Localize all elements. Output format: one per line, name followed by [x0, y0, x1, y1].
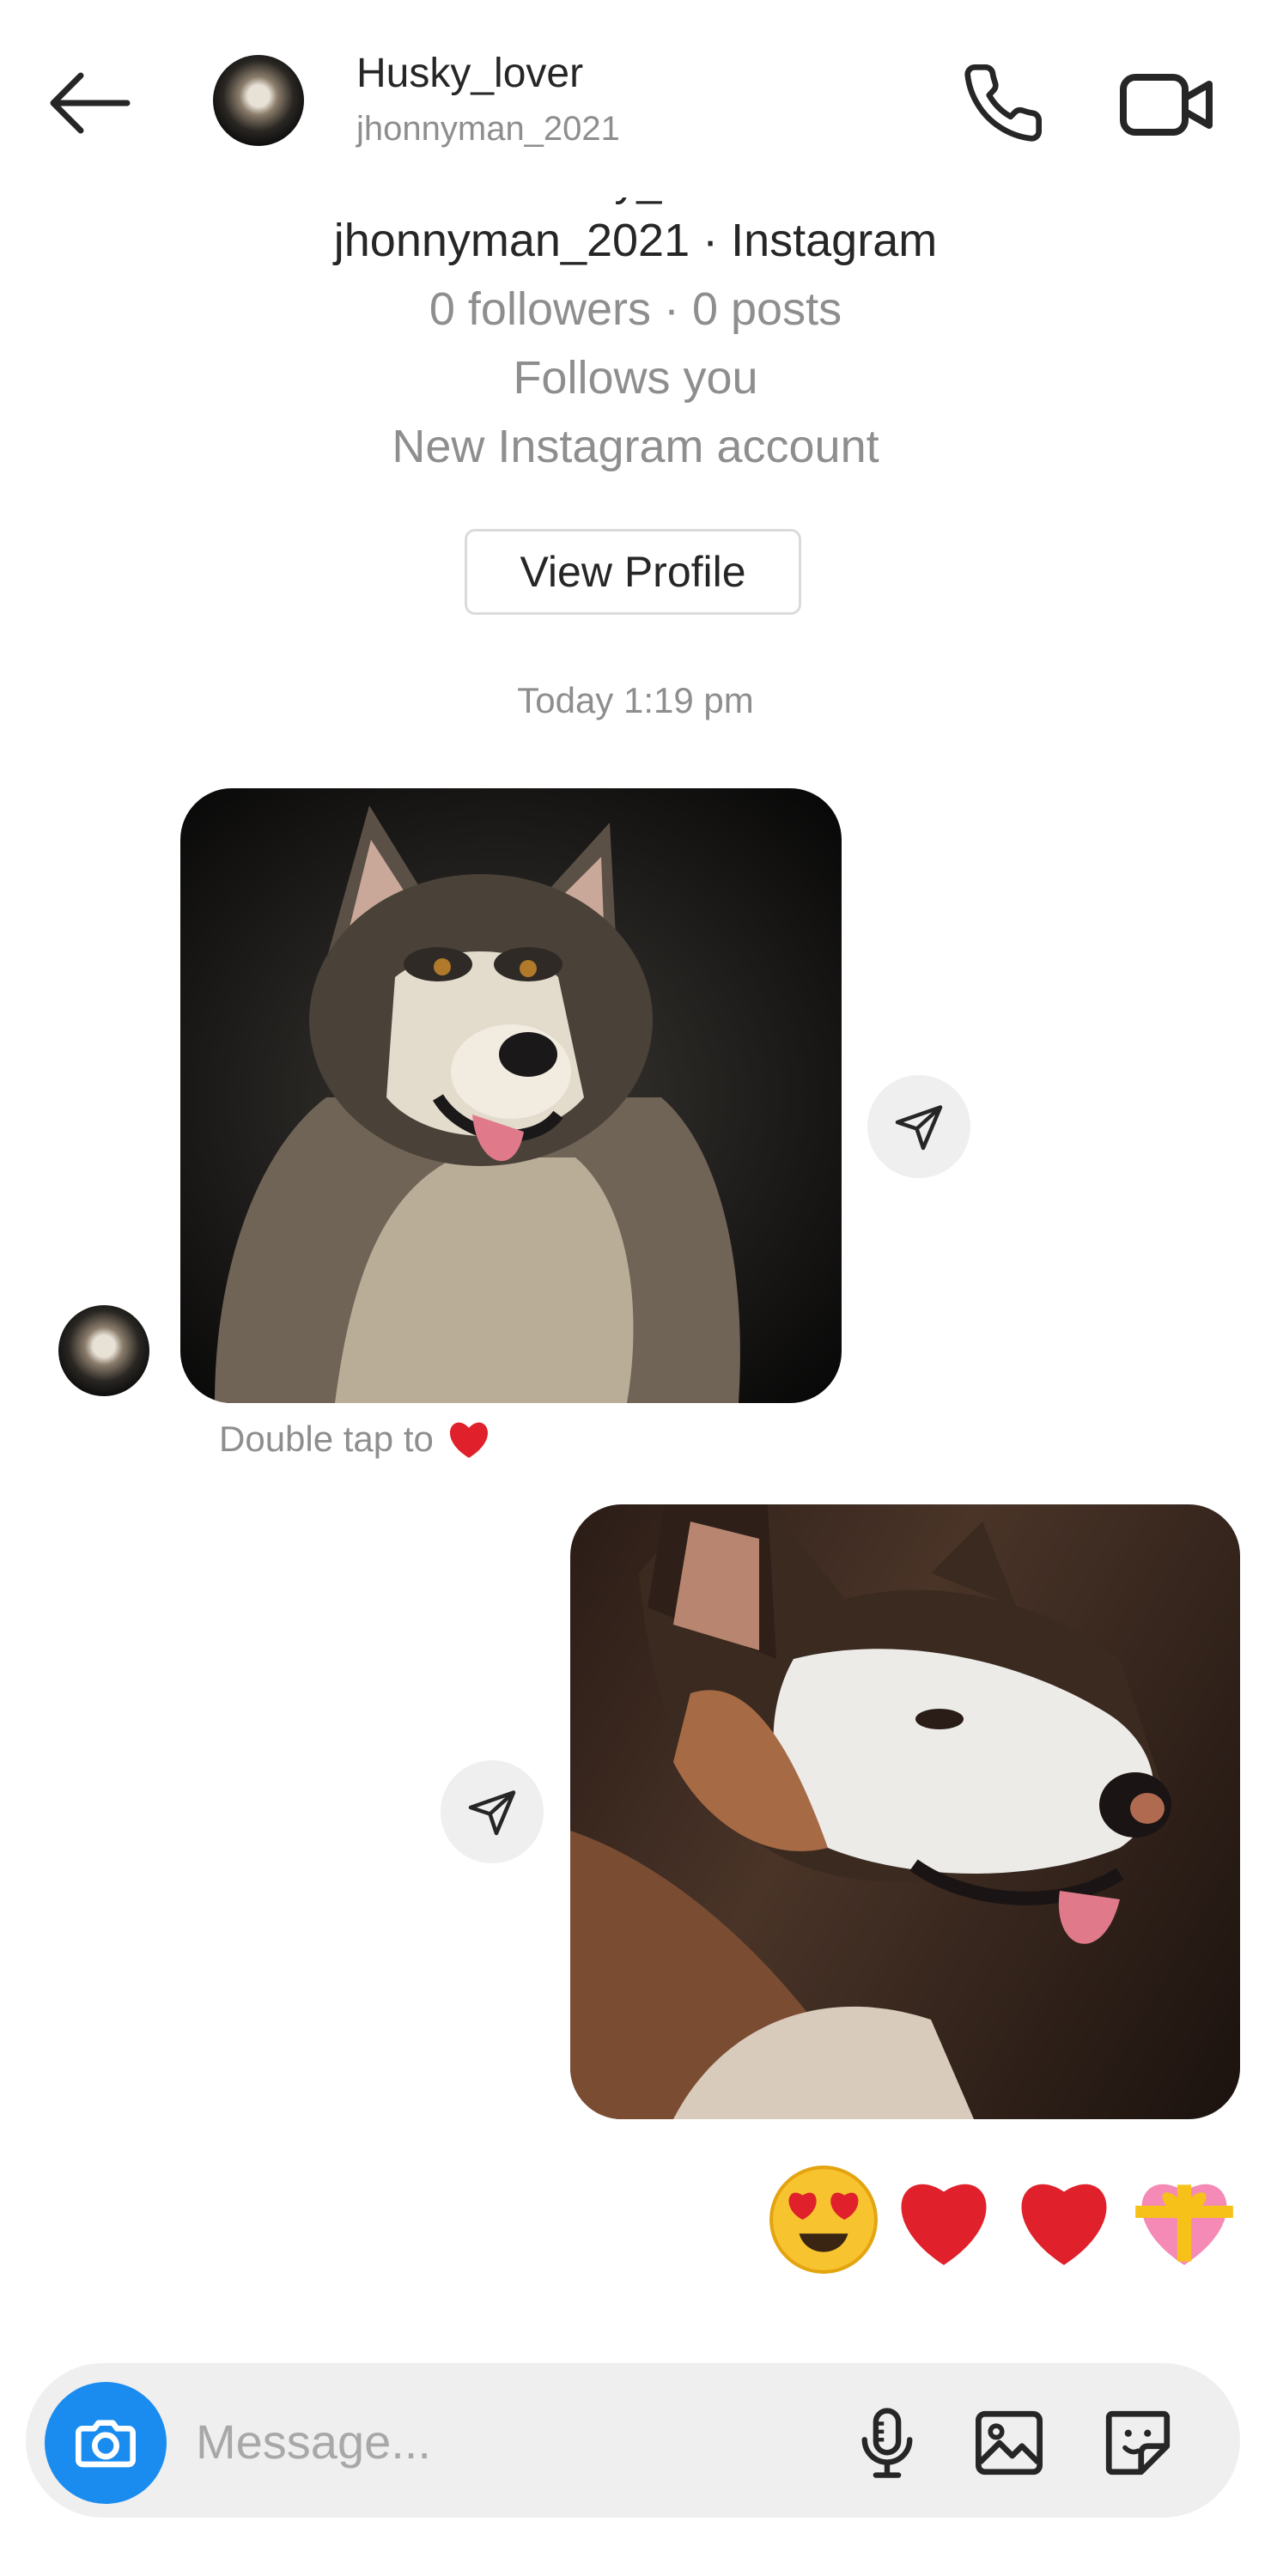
double-tap-hint: Double tap to	[219, 1419, 492, 1460]
red-heart-emoji	[901, 2184, 987, 2265]
microphone-icon	[861, 2408, 913, 2478]
message-timestamp: Today 1:19 pm	[517, 680, 754, 720]
camera-icon	[76, 2420, 137, 2468]
send-icon	[895, 1105, 943, 1151]
received-photo-message[interactable]	[180, 788, 842, 1403]
profile-summary: Husky_lover jhonnyman_2021 · Instagram 0…	[0, 155, 1271, 481]
voice-message-button[interactable]	[848, 2404, 926, 2482]
sticker-button[interactable]	[1099, 2404, 1177, 2482]
profile-stats: 0 followers · 0 posts	[429, 283, 842, 335]
audio-call-button[interactable]	[960, 60, 1046, 146]
chat-header: Husky_lover jhonnyman_2021	[0, 0, 1271, 197]
sticker-icon	[1105, 2410, 1171, 2476]
sender-avatar[interactable]	[58, 1305, 149, 1396]
gallery-button[interactable]	[970, 2404, 1048, 2482]
heart-icon	[449, 1422, 488, 1458]
profile-note: New Instagram account	[392, 421, 879, 472]
gift-heart-emoji	[1135, 2184, 1233, 2265]
arrow-left-icon	[50, 72, 131, 134]
phone-icon	[964, 64, 1043, 142]
heart-eyes-emoji	[769, 2166, 878, 2274]
double-tap-label: Double tap to	[219, 1419, 434, 1459]
camera-button[interactable]	[45, 2382, 167, 2504]
share-button[interactable]	[867, 1075, 970, 1178]
video-camera-icon	[1120, 74, 1213, 136]
header-username[interactable]: jhonnyman_2021	[356, 110, 620, 149]
view-profile-button[interactable]: View Profile	[465, 529, 801, 615]
husky-photo	[570, 1504, 1171, 2119]
back-button[interactable]	[43, 69, 137, 137]
header-display-name[interactable]: Husky_lover	[356, 50, 583, 97]
sent-photo-message[interactable]	[570, 1504, 1240, 2119]
header-avatar[interactable]	[213, 55, 304, 146]
emoji-message[interactable]	[768, 2164, 1240, 2275]
share-button[interactable]	[441, 1760, 544, 1863]
red-heart-emoji	[1021, 2184, 1107, 2265]
video-call-button[interactable]	[1116, 62, 1219, 148]
image-icon	[976, 2410, 1043, 2476]
husky-photo	[215, 805, 740, 1403]
message-input[interactable]	[194, 2397, 833, 2485]
profile-handle: jhonnyman_2021 · Instagram	[333, 215, 938, 266]
send-icon	[468, 1790, 516, 1836]
message-composer	[26, 2363, 1240, 2518]
profile-follows-you: Follows you	[513, 352, 758, 404]
